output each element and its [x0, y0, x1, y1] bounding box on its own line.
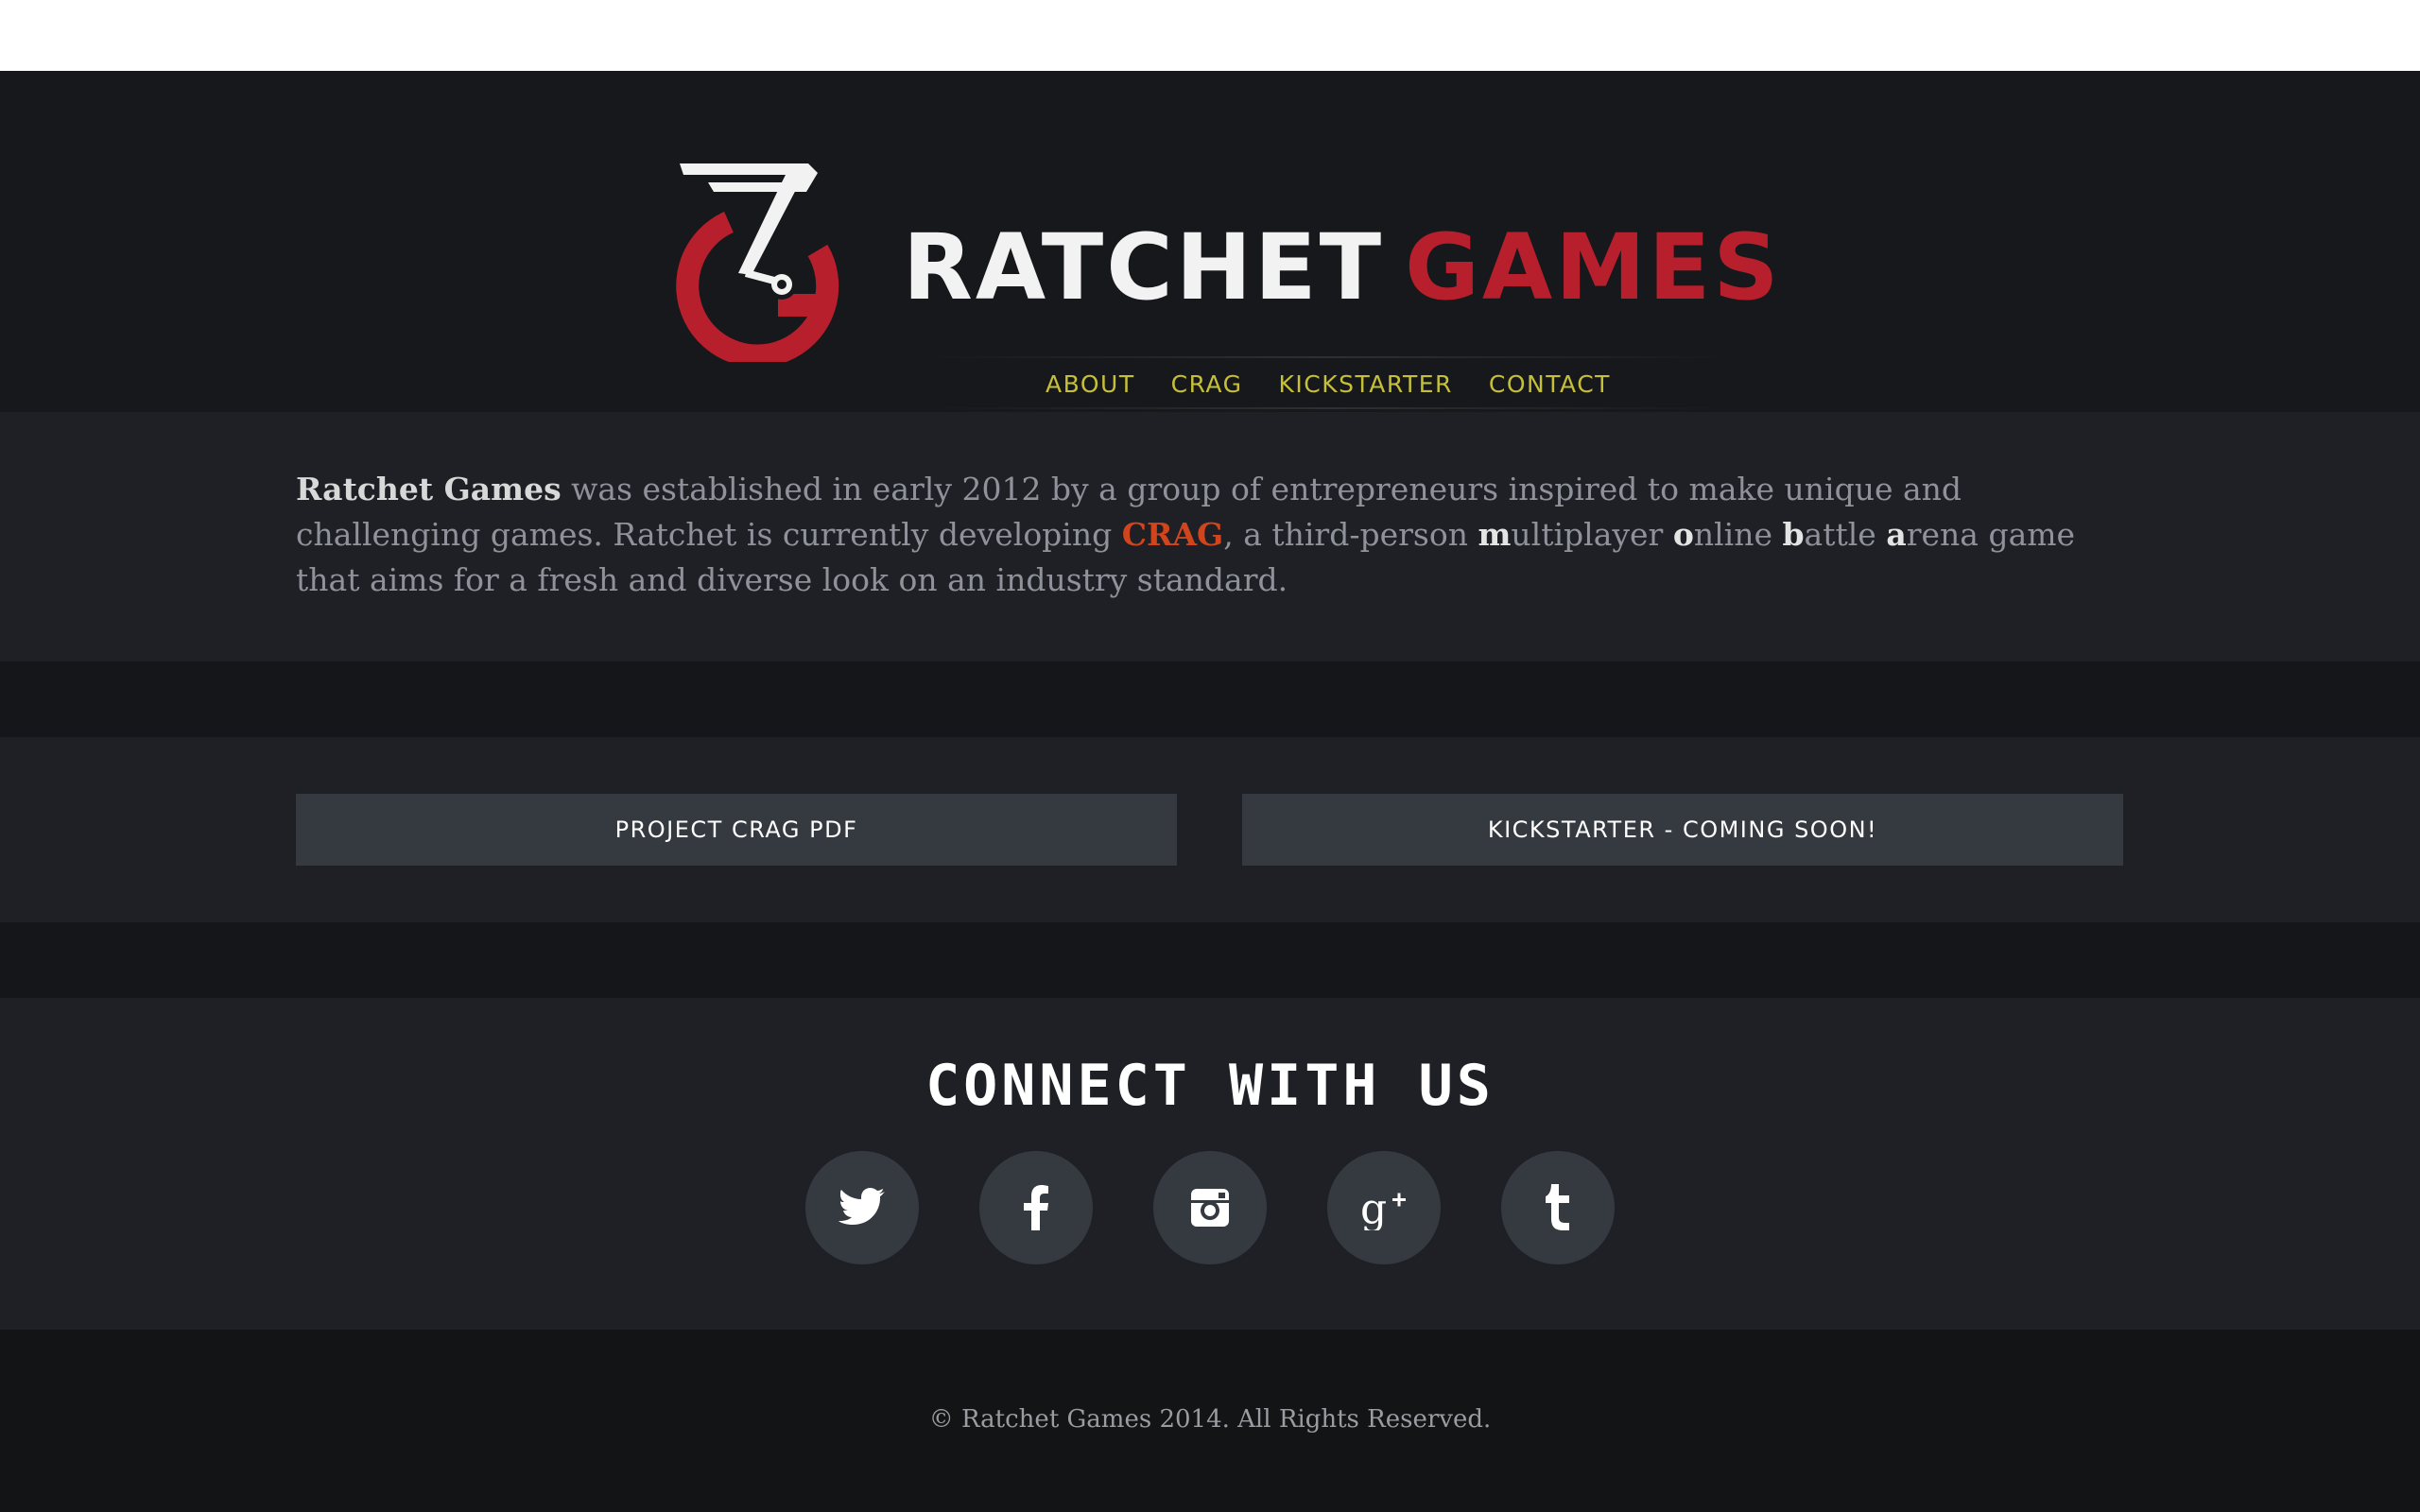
- connect-section: CONNECT WITH US g: [0, 998, 2420, 1330]
- section-divider: [0, 922, 2420, 998]
- section-divider: [0, 662, 2420, 737]
- google-plus-button[interactable]: g: [1327, 1151, 1441, 1264]
- main-nav: ABOUT CRAG KICKSTARTER CONTACT: [922, 362, 1735, 405]
- instagram-icon: [1191, 1189, 1229, 1227]
- site-footer: © Ratchet Games 2014. All Rights Reserve…: [0, 1330, 2420, 1512]
- nav-divider-bottom: [922, 407, 1735, 409]
- site-header: RATCHET GAMES ABOUT CRAG KICKSTARTER CONT…: [0, 71, 2420, 412]
- about-section: Ratchet Games was established in early 2…: [0, 412, 2420, 662]
- copyright-text: © Ratchet Games 2014. All Rights Reserve…: [928, 1405, 1492, 1434]
- facebook-icon: [1024, 1185, 1048, 1230]
- brand-wordmark[interactable]: RATCHET GAMES: [903, 192, 1781, 343]
- nav-kickstarter[interactable]: KICKSTARTER: [1278, 370, 1452, 398]
- ratchet-logo-icon[interactable]: [676, 163, 865, 362]
- company-name: Ratchet Games: [296, 471, 562, 507]
- top-bar: [0, 0, 2420, 71]
- tumblr-button[interactable]: [1501, 1151, 1615, 1264]
- svg-text:g: g: [1360, 1185, 1387, 1230]
- tumblr-icon: [1546, 1184, 1569, 1230]
- nav-crag[interactable]: CRAG: [1171, 370, 1243, 398]
- actions-section: PROJECT CRAG PDF KICKSTARTER - COMING SO…: [0, 737, 2420, 922]
- brand-name-primary: RATCHET: [903, 215, 1385, 320]
- nav-contact[interactable]: CONTACT: [1489, 370, 1611, 398]
- project-crag-pdf-button[interactable]: PROJECT CRAG PDF: [296, 794, 1177, 866]
- twitter-icon: [838, 1188, 885, 1225]
- brand-name-accent: GAMES: [1405, 215, 1782, 320]
- twitter-button[interactable]: [805, 1151, 919, 1264]
- instagram-button[interactable]: [1153, 1151, 1267, 1264]
- google-plus-icon: g: [1360, 1185, 1406, 1230]
- nav-about[interactable]: ABOUT: [1046, 370, 1135, 398]
- project-link[interactable]: CRAG: [1122, 516, 1223, 553]
- connect-heading: CONNECT WITH US: [925, 1053, 1495, 1119]
- nav-divider-top: [922, 356, 1735, 358]
- facebook-button[interactable]: [979, 1151, 1093, 1264]
- about-text: Ratchet Games was established in early 2…: [296, 471, 2076, 598]
- kickstarter-button[interactable]: KICKSTARTER - COMING SOON!: [1242, 794, 2123, 866]
- page: RATCHET GAMES ABOUT CRAG KICKSTARTER CONT…: [0, 0, 2420, 1512]
